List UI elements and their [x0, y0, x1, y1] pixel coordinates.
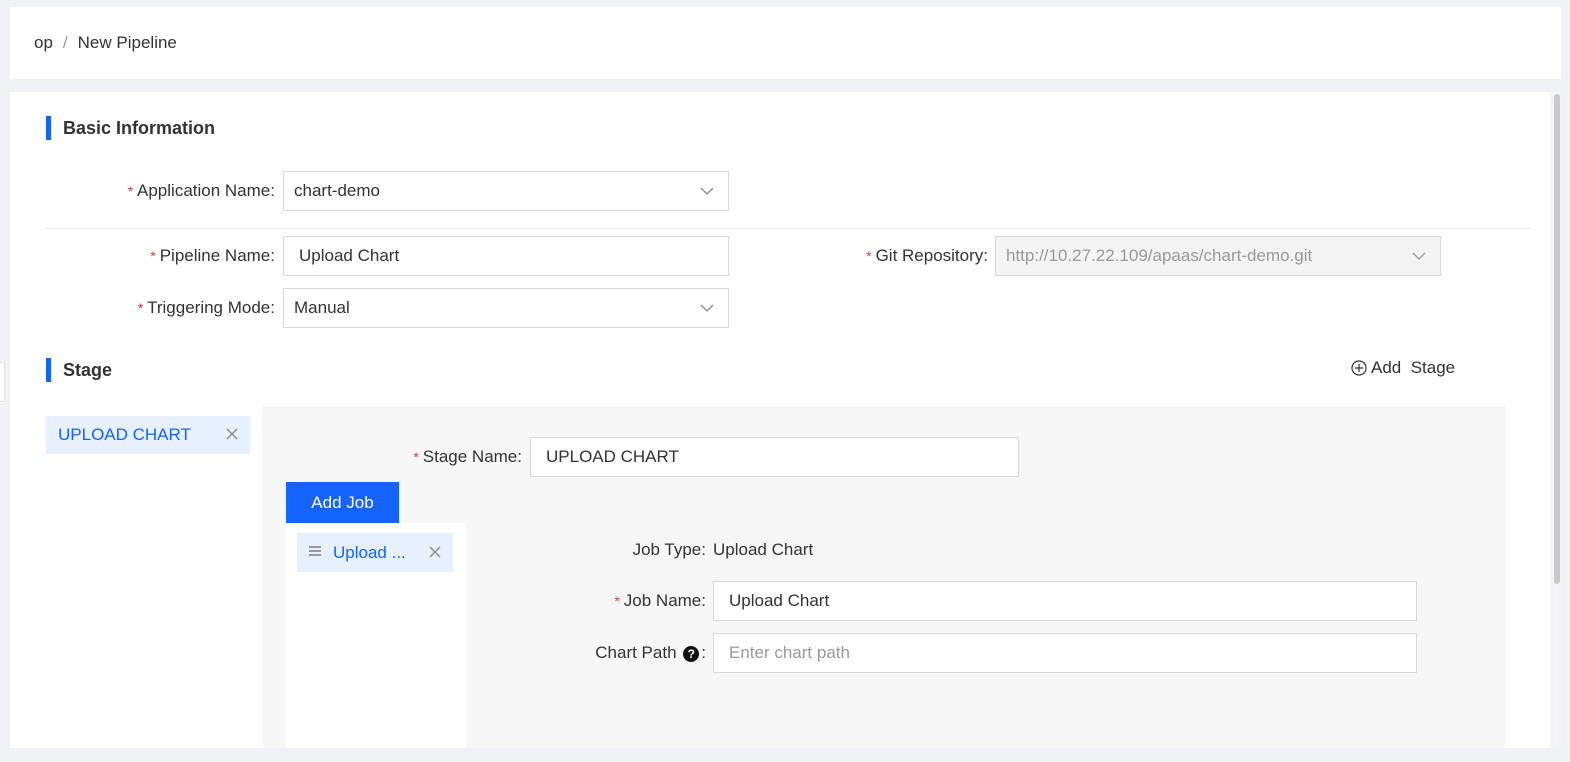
stage-item-upload-chart[interactable]: UPLOAD CHART — [46, 416, 250, 454]
drag-handle-icon[interactable] — [309, 545, 321, 557]
stage-name-input[interactable]: UPLOAD CHART — [530, 437, 1019, 477]
chevron-down-icon — [700, 304, 714, 312]
git-repository-select: http://10.27.22.109/apaas/chart-demo.git — [995, 236, 1441, 276]
add-stage-button[interactable]: Add Stage — [1351, 358, 1455, 378]
section-divider — [46, 228, 1530, 229]
job-name-value: Upload Chart — [729, 591, 830, 610]
close-icon[interactable] — [226, 428, 238, 440]
job-name-label: * Job Name: — [614, 591, 706, 610]
git-repository-value: http://10.27.22.109/apaas/chart-demo.git — [1006, 246, 1313, 265]
pipeline-name-value: Upload Chart — [299, 246, 400, 265]
triggering-mode-label: * Triggering Mode: — [137, 298, 275, 317]
pipeline-form-panel: Basic Information * Application Name: cha… — [10, 92, 1551, 748]
git-repository-label: * Git Repository: — [866, 246, 988, 265]
application-name-select[interactable]: chart-demo — [283, 171, 729, 211]
stage-name-value: UPLOAD CHART — [546, 447, 679, 466]
collapse-handle[interactable] — [0, 362, 5, 402]
stage-name-label: * Stage Name: — [413, 447, 522, 466]
job-type-value: Upload Chart — [713, 540, 814, 559]
stage-title: Stage — [46, 358, 112, 382]
job-list: Upload ... — [286, 523, 466, 748]
chart-path-placeholder: Enter chart path — [729, 643, 850, 662]
job-type-label: Job Type: — [632, 540, 706, 559]
breadcrumb-separator: / — [62, 33, 68, 52]
pipeline-name-input[interactable]: Upload Chart — [283, 236, 729, 276]
job-item-label: Upload ... — [333, 543, 406, 562]
add-job-button[interactable]: Add Job — [286, 482, 399, 523]
required-mark: * — [127, 183, 134, 199]
chevron-down-icon — [1412, 252, 1426, 260]
application-name-value: chart-demo — [294, 181, 380, 200]
breadcrumb-parent[interactable]: op — [34, 33, 53, 53]
stage-item-label: UPLOAD CHART — [58, 425, 191, 444]
chart-path-input[interactable]: Enter chart path — [713, 633, 1417, 673]
plus-circle-icon — [1351, 360, 1367, 376]
add-stage-label: Add Stage — [1371, 358, 1456, 377]
application-name-label: * Application Name: — [127, 181, 275, 200]
job-name-input[interactable]: Upload Chart — [713, 581, 1417, 621]
triggering-mode-select[interactable]: Manual — [283, 288, 729, 328]
basic-information-title: Basic Information — [46, 116, 215, 140]
chart-path-label: Chart Path ?: — [595, 643, 706, 662]
job-item-upload-chart[interactable]: Upload ... — [297, 533, 453, 572]
breadcrumb-current: New Pipeline — [77, 33, 177, 52]
scrollbar-thumb[interactable] — [1554, 94, 1560, 584]
chevron-down-icon — [700, 187, 714, 195]
pipeline-name-label: * Pipeline Name: — [150, 246, 275, 265]
scrollbar[interactable] — [1553, 92, 1561, 748]
help-icon[interactable]: ? — [683, 645, 700, 662]
breadcrumb: op / New Pipeline — [10, 7, 1561, 79]
triggering-mode-value: Manual — [294, 298, 350, 317]
close-icon[interactable] — [429, 546, 441, 558]
